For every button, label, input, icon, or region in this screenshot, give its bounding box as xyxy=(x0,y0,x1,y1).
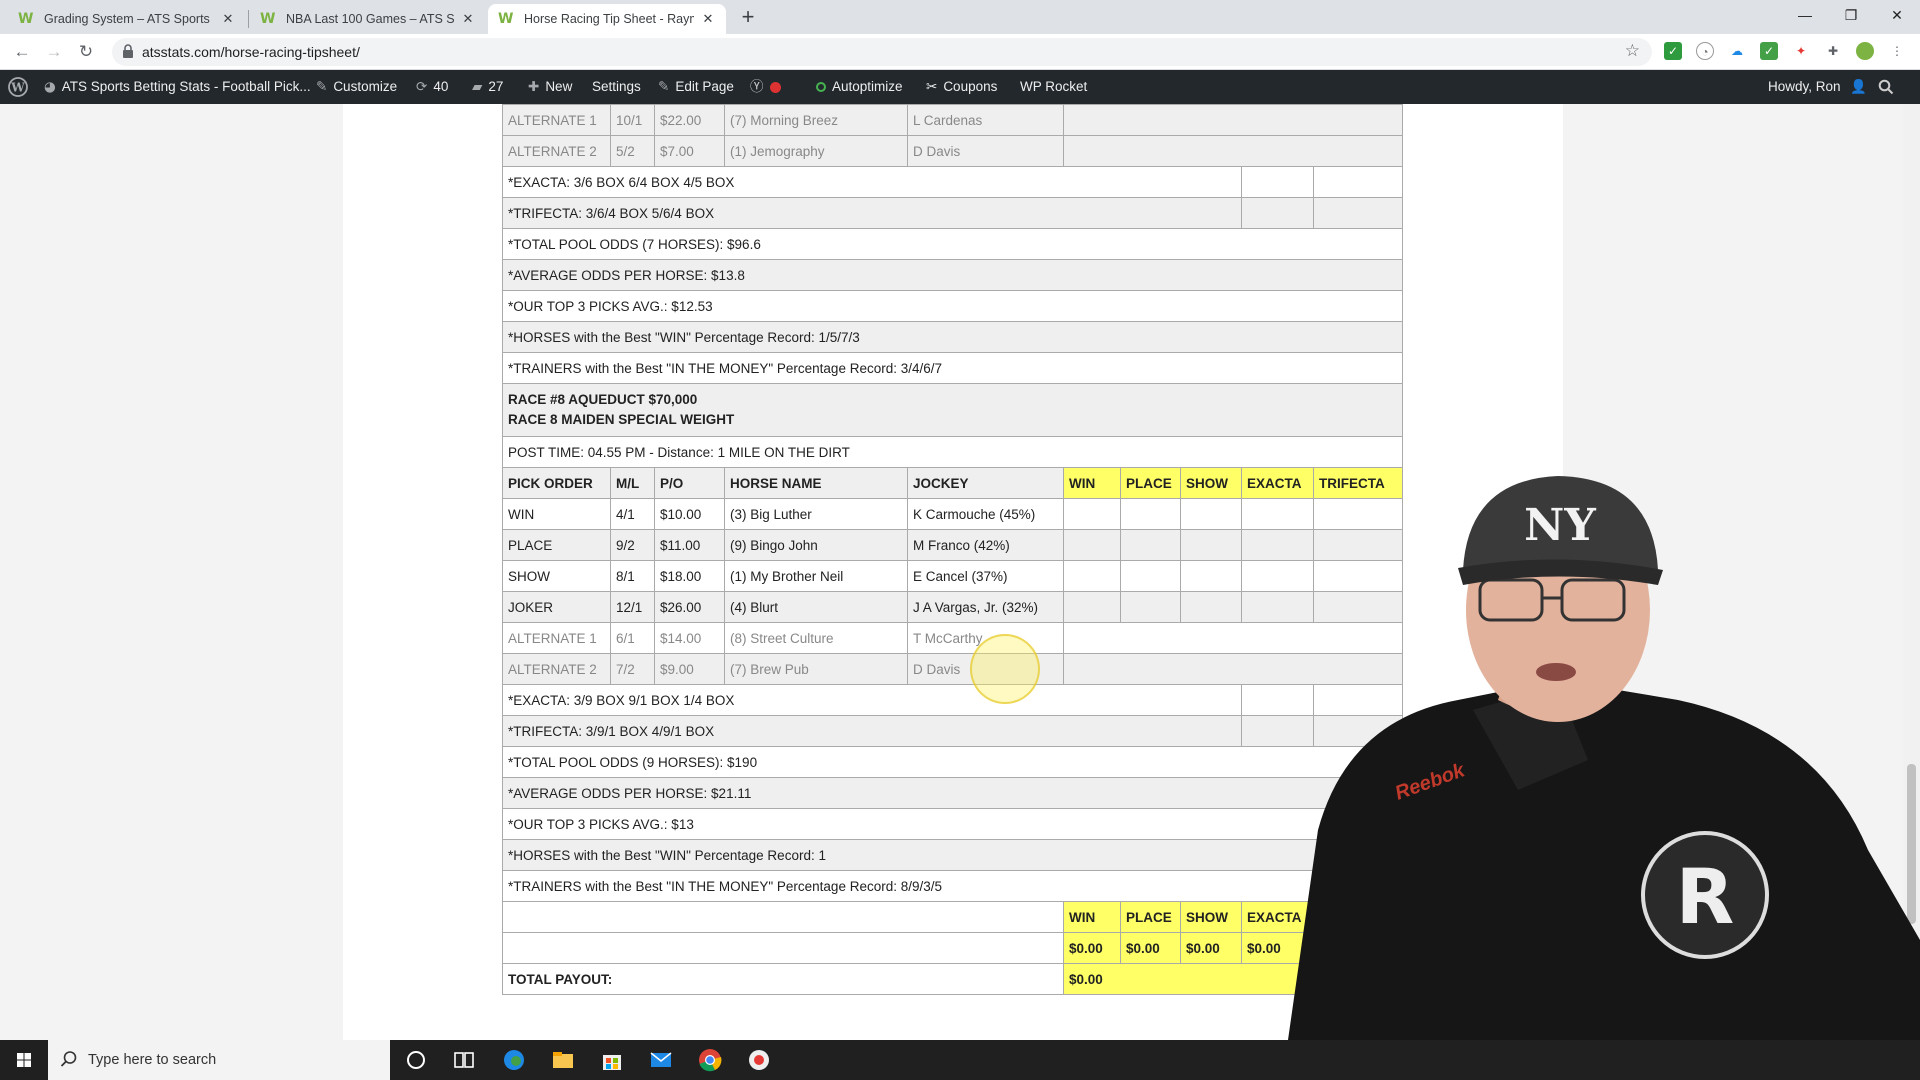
search-placeholder: Type here to search xyxy=(88,1052,217,1068)
extension-ghost-icon[interactable]: ◔ xyxy=(1696,42,1714,60)
forward-arrow-icon[interactable]: → xyxy=(42,40,66,64)
close-icon[interactable]: ✕ xyxy=(460,11,476,27)
browser-tab-horse-racing[interactable]: W Horse Racing Tip Sheet - Raymo ✕ xyxy=(488,4,726,34)
task-view-icon[interactable] xyxy=(450,1046,478,1074)
close-icon[interactable]: ✕ xyxy=(220,11,236,27)
column-header: P/O xyxy=(654,467,725,499)
wp-customize-link[interactable]: ✎ Customize xyxy=(316,70,397,104)
total-payout-label: TOTAL PAYOUT: xyxy=(502,963,1064,995)
site-favicon-icon: W xyxy=(260,11,276,27)
svg-text:R: R xyxy=(1676,852,1735,941)
tab-label: Horse Racing Tip Sheet - Raymo xyxy=(524,12,694,26)
comment-bubble-icon: ▰ xyxy=(472,79,483,95)
browser-tab-nba[interactable]: W NBA Last 100 Games – ATS Spor ✕ xyxy=(250,4,486,34)
screen-recorder-icon[interactable] xyxy=(745,1046,773,1074)
yoast-seo-icon[interactable]: Ⓨ xyxy=(750,70,781,104)
column-header: SHOW xyxy=(1180,467,1242,499)
wp-site-name-link[interactable]: ◕ ATS Sports Betting Stats - Football Pic… xyxy=(44,70,311,104)
url-text: atsstats.com/horse-racing-tipsheet/ xyxy=(142,44,360,60)
paintbrush-icon: ✎ xyxy=(316,79,328,95)
wp-account-link[interactable]: Howdy, Ron 👤 xyxy=(1768,70,1873,104)
chrome-icon[interactable] xyxy=(696,1046,724,1074)
extensions-puzzle-icon[interactable]: ✚ xyxy=(1824,42,1842,60)
bookmark-star-icon[interactable]: ☆ xyxy=(1625,41,1640,61)
table-row: ALTERNATE 2 5/2 $7.00 (1) Jemography D D… xyxy=(502,135,1404,167)
column-header: HORSE NAME xyxy=(724,467,908,499)
column-header: JOCKEY xyxy=(907,467,1064,499)
trifecta-row: *TRIFECTA: 3/6/4 BOX 5/6/4 BOX xyxy=(502,197,1404,229)
wp-new-link[interactable]: ✚ New xyxy=(528,70,572,104)
dashboard-gauge-icon: ◕ xyxy=(44,79,56,95)
column-header: M/L xyxy=(610,467,655,499)
svg-text:NY: NY xyxy=(1524,500,1596,551)
wp-settings-link[interactable]: Settings xyxy=(592,70,641,104)
exacta-row: *EXACTA: 3/6 BOX 6/4 BOX 4/5 BOX xyxy=(502,166,1404,198)
site-favicon-icon: W xyxy=(498,11,514,27)
windows-taskbar: Type here to search xyxy=(0,1040,1920,1080)
profile-avatar[interactable] xyxy=(1856,42,1874,60)
mail-icon[interactable] xyxy=(647,1046,675,1074)
restore-window-icon[interactable]: ❐ xyxy=(1828,0,1874,30)
search-icon xyxy=(60,1051,77,1067)
browser-toolbar: ← → ↻ atsstats.com/horse-racing-tipsheet… xyxy=(0,34,1920,70)
cortana-icon[interactable] xyxy=(402,1046,430,1074)
updates-refresh-icon: ⟳ xyxy=(416,79,428,95)
browser-tab-grading[interactable]: W Grading System – ATS Sports Bet ✕ xyxy=(8,4,246,34)
webcam-overlay: NY Reebok R xyxy=(1258,460,1920,1040)
column-header: PLACE xyxy=(1120,467,1181,499)
wp-comments-link[interactable]: ▰ 27 xyxy=(472,70,503,104)
extension-cloud-icon[interactable]: ☁ xyxy=(1728,42,1746,60)
address-bar[interactable]: atsstats.com/horse-racing-tipsheet/ ☆ xyxy=(112,38,1652,66)
close-window-icon[interactable]: ✕ xyxy=(1874,0,1920,30)
extension-shield-icon[interactable]: ✓ xyxy=(1760,42,1778,60)
taskbar-search-input[interactable]: Type here to search xyxy=(48,1040,390,1080)
tab-label: NBA Last 100 Games – ATS Spor xyxy=(286,12,454,26)
wp-search-icon[interactable] xyxy=(1878,70,1894,104)
tab-divider xyxy=(248,10,249,28)
site-favicon-icon: W xyxy=(18,11,34,27)
store-bag-icon[interactable] xyxy=(598,1046,626,1074)
wp-admin-bar: W ◕ ATS Sports Betting Stats - Football P… xyxy=(0,70,1920,104)
reload-icon[interactable]: ↻ xyxy=(74,40,98,64)
race-subtitle: RACE 8 MAIDEN SPECIAL WEIGHT xyxy=(508,412,735,427)
race-title: RACE #8 AQUEDUCT $70,000 xyxy=(508,392,698,407)
cursor-highlight xyxy=(970,634,1040,704)
wp-updates-link[interactable]: ⟳ 40 xyxy=(416,70,448,104)
wp-coupons-link[interactable]: ✂ Coupons xyxy=(926,70,997,104)
seo-status-dot-icon xyxy=(769,81,781,93)
pencil-icon: ✎ xyxy=(658,79,670,95)
user-avatar-icon: 👤 xyxy=(1850,79,1868,95)
edge-browser-icon[interactable] xyxy=(500,1046,528,1074)
wp-edit-page-link[interactable]: ✎ Edit Page xyxy=(658,70,734,104)
stat-row: *AVERAGE ODDS PER HORSE: $13.8 xyxy=(501,259,1404,291)
tab-label: Grading System – ATS Sports Bet xyxy=(44,12,214,26)
stat-row: *HORSES with the Best "WIN" Percentage R… xyxy=(501,321,1404,353)
browser-menu-icon[interactable]: ⋮ xyxy=(1888,42,1906,60)
svg-text:W: W xyxy=(10,81,25,95)
wp-rocket-link[interactable]: WP Rocket xyxy=(1020,70,1087,104)
file-explorer-icon[interactable] xyxy=(549,1046,577,1074)
windows-start-button[interactable] xyxy=(0,1040,48,1080)
race-title-row: RACE #8 AQUEDUCT $70,000 RACE 8 MAIDEN S… xyxy=(501,383,1404,437)
wp-autoptimize-link[interactable]: Autoptimize xyxy=(816,70,903,104)
column-header: PICK ORDER xyxy=(502,467,611,499)
stat-row: *TOTAL POOL ODDS (7 HORSES): $96.6 xyxy=(501,228,1404,260)
presenter-illustration: NY Reebok R xyxy=(1288,476,1920,1040)
wordpress-logo-icon[interactable]: W xyxy=(8,70,28,104)
stat-row: *TRAINERS with the Best "IN THE MONEY" P… xyxy=(501,352,1404,384)
stat-row: *OUR TOP 3 PICKS AVG.: $12.53 xyxy=(501,290,1404,322)
autoptimize-status-icon xyxy=(816,82,826,92)
close-icon[interactable]: ✕ xyxy=(700,11,716,27)
extension-puzzle-color-icon[interactable]: ✦ xyxy=(1792,42,1810,60)
plus-icon: ✚ xyxy=(528,79,540,95)
minimize-window-icon[interactable]: — xyxy=(1782,0,1828,30)
browser-tab-strip: W Grading System – ATS Sports Bet ✕ W NB… xyxy=(0,0,1920,34)
table-row: ALTERNATE 1 10/1 $22.00 (7) Morning Bree… xyxy=(502,104,1404,136)
lock-icon xyxy=(123,44,133,58)
column-header: WIN xyxy=(1063,467,1121,499)
back-arrow-icon[interactable]: ← xyxy=(10,40,34,64)
new-tab-button[interactable]: + xyxy=(736,6,760,30)
scissors-icon: ✂ xyxy=(926,79,938,95)
extension-check-icon[interactable]: ✓ xyxy=(1664,42,1682,60)
